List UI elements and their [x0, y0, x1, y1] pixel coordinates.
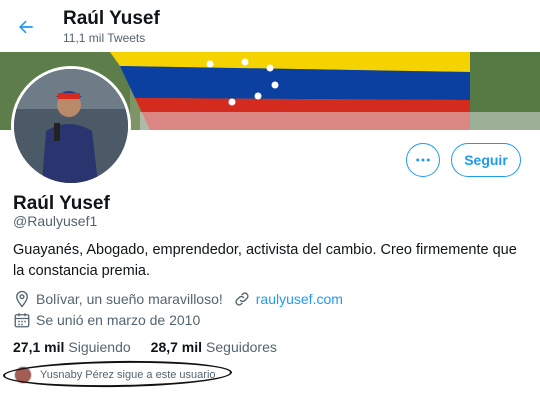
followers-count: 28,7 mil — [150, 339, 203, 355]
profile-location: Bolívar, un sueño maravilloso! — [36, 291, 223, 307]
avatar[interactable] — [11, 66, 131, 186]
profile-name: Raúl Yusef — [13, 193, 110, 214]
profile-handle: @Raulyusef1 — [13, 213, 98, 229]
following-label: Siguiendo — [68, 339, 131, 355]
ellipsis-icon — [416, 158, 430, 162]
profile-joined-date: Se unió en marzo de 2010 — [36, 312, 201, 328]
avatar-image — [14, 69, 128, 183]
calendar-icon — [13, 311, 31, 329]
follow-button[interactable]: Seguir — [451, 143, 521, 177]
profile-joined-row: Se unió en marzo de 2010 — [13, 311, 200, 329]
profile-website-link[interactable]: raulyusef.com — [256, 291, 343, 307]
profile-header-bar: Raúl Yusef 11,1 mil Tweets — [0, 0, 540, 52]
header-tweet-count: 11,1 mil Tweets — [63, 31, 146, 45]
back-button[interactable] — [11, 12, 41, 42]
arrow-left-icon — [19, 20, 33, 34]
location-icon — [13, 290, 31, 308]
followers-label: Seguidores — [206, 339, 277, 355]
following-count: 27,1 mil — [13, 339, 65, 355]
following-link[interactable]: 27,1 mil Siguiendo — [13, 339, 131, 355]
header-title: Raúl Yusef — [63, 8, 160, 29]
hand-drawn-circle-annotation — [2, 359, 233, 389]
profile-meta-row: Bolívar, un sueño maravilloso! raulyusef… — [13, 290, 343, 308]
more-options-button[interactable] — [406, 143, 440, 177]
profile-bio: Guayanés, Abogado, emprendedor, activist… — [13, 242, 517, 279]
link-icon — [233, 290, 251, 308]
profile-stats: 27,1 mil Siguiendo 28,7 mil Seguidores — [13, 339, 277, 355]
followers-link[interactable]: 28,7 mil Seguidores — [151, 339, 277, 355]
